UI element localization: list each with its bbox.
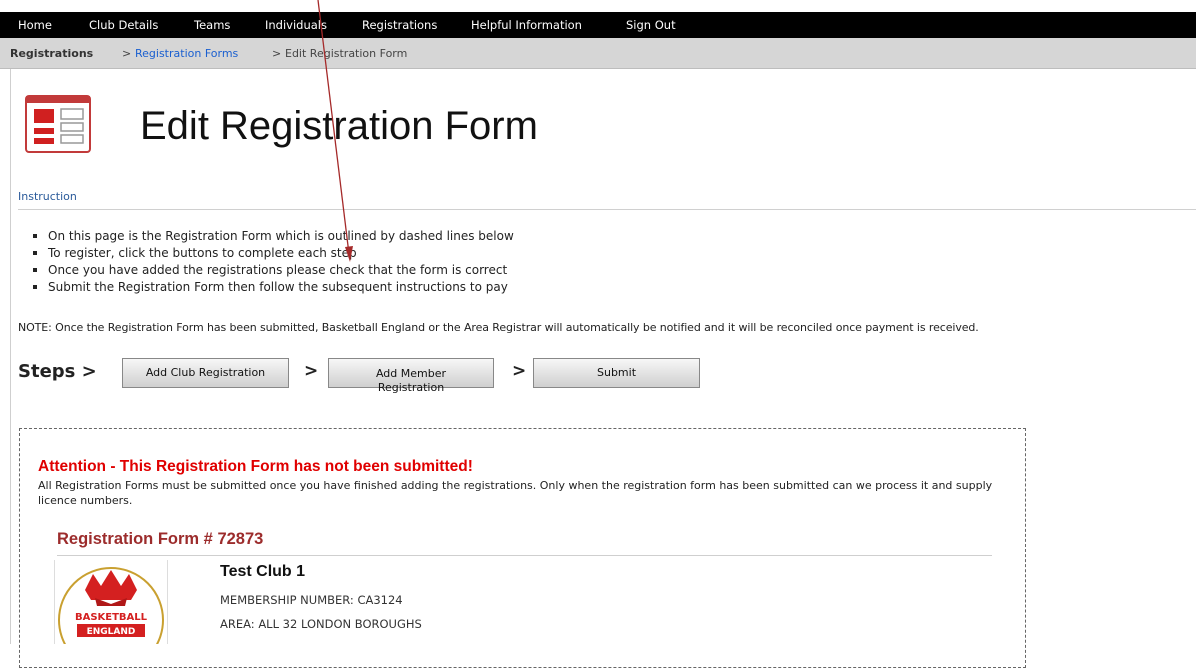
list-item: To register, click the buttons to comple… — [26, 245, 514, 262]
logo-text-line-1: BASKETBALL — [75, 612, 148, 623]
basketball-england-logo: BASKETBALL ENGLAND — [58, 567, 164, 668]
registration-form-icon — [25, 95, 91, 153]
add-club-registration-button[interactable]: Add Club Registration — [122, 358, 289, 388]
club-name: Test Club 1 — [220, 563, 306, 580]
nav-teams[interactable]: Teams — [194, 18, 230, 32]
submission-note: NOTE: Once the Registration Form has bee… — [18, 321, 979, 334]
attention-text: All Registration Forms must be submitted… — [38, 479, 993, 507]
instruction-divider — [18, 209, 1196, 210]
nav-sign-out[interactable]: Sign Out — [626, 18, 676, 32]
step-separator: > — [304, 361, 319, 381]
nav-registrations[interactable]: Registrations — [362, 18, 437, 32]
membership-number: MEMBERSHIP NUMBER: CA3124 — [220, 593, 403, 607]
breadcrumb-current: Edit Registration Form — [285, 47, 408, 60]
page-title: Edit Registration Form — [140, 104, 538, 148]
registration-form-title: Registration Form # 72873 — [57, 530, 264, 548]
list-item: On this page is the Registration Form wh… — [26, 228, 514, 245]
breadcrumb-separator: > — [272, 47, 282, 60]
form-title-divider — [57, 555, 992, 556]
breadcrumb-registrations[interactable]: Registrations — [10, 47, 93, 60]
step-separator: > — [512, 361, 527, 381]
add-member-registration-button[interactable]: Add Member Registration — [328, 358, 494, 394]
club-area: AREA: ALL 32 LONDON BOROUGHS — [220, 617, 422, 631]
breadcrumb-separator: > — [122, 47, 132, 60]
nav-helpful-information[interactable]: Helpful Information — [471, 18, 582, 32]
steps-label: Steps > — [18, 361, 97, 382]
breadcrumb-registration-forms-link[interactable]: Registration Forms — [135, 47, 238, 60]
nav-individuals[interactable]: Individuals — [265, 18, 327, 32]
club-logo-frame: BASKETBALL ENGLAND — [54, 560, 168, 668]
nav-club-details[interactable]: Club Details — [89, 18, 158, 32]
instruction-heading: Instruction — [18, 190, 77, 203]
main-navbar: Home Club Details Teams Individuals Regi… — [0, 12, 1196, 38]
nav-home[interactable]: Home — [18, 18, 52, 32]
attention-title: Attention - This Registration Form has n… — [38, 458, 473, 475]
logo-text-line-2: ENGLAND — [87, 627, 136, 637]
left-border — [10, 69, 11, 644]
list-item: Once you have added the registrations pl… — [26, 262, 514, 279]
list-item: Submit the Registration Form then follow… — [26, 279, 514, 296]
submit-button[interactable]: Submit — [533, 358, 700, 388]
breadcrumb: Registrations > Registration Forms > Edi… — [0, 38, 1196, 69]
instruction-list: On this page is the Registration Form wh… — [26, 228, 514, 296]
add-member-registration-label: Add Member Registration — [375, 367, 447, 394]
top-strip — [0, 0, 1196, 12]
